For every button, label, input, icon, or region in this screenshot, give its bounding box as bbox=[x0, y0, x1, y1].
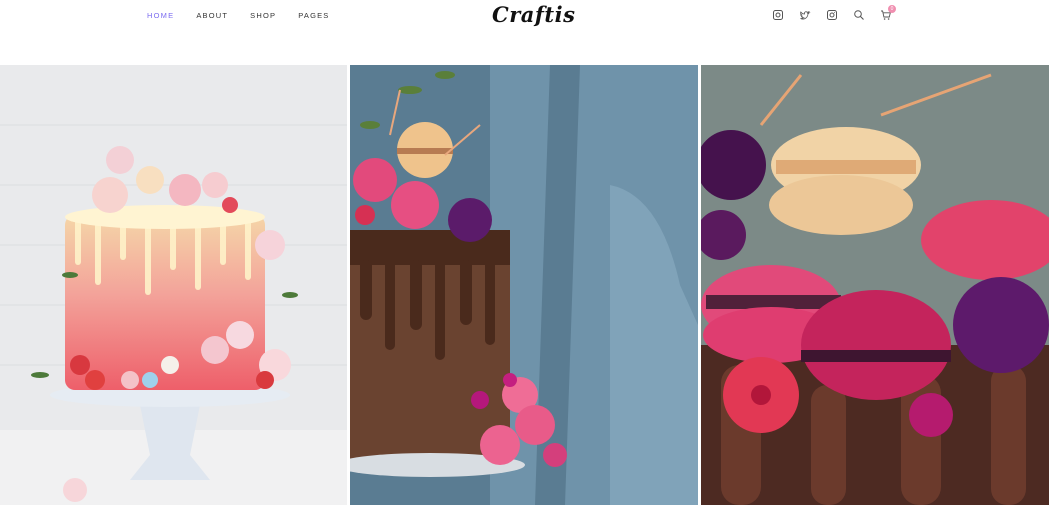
gallery-image-chocolate-cake[interactable] bbox=[350, 65, 698, 505]
header-icons: 0 bbox=[771, 5, 906, 22]
cart-count-badge: 0 bbox=[888, 5, 896, 13]
instagram-icon[interactable] bbox=[771, 8, 785, 22]
cake-photo-1 bbox=[0, 65, 347, 505]
nav-item-pages[interactable]: PAGES bbox=[298, 11, 329, 21]
cart-icon[interactable]: 0 bbox=[879, 5, 896, 22]
search-icon[interactable] bbox=[852, 8, 866, 22]
hero-gallery bbox=[0, 65, 1049, 505]
main-nav: HOME ABOUT SHOP PAGES bbox=[147, 11, 352, 21]
site-logo[interactable]: Craftis bbox=[492, 2, 575, 27]
cake-photo-3 bbox=[701, 65, 1049, 505]
nav-item-shop[interactable]: SHOP bbox=[250, 11, 276, 21]
twitter-icon[interactable] bbox=[798, 8, 812, 22]
instagram-icon[interactable] bbox=[825, 8, 839, 22]
site-header: HOME ABOUT SHOP PAGES Craftis 0 bbox=[0, 0, 1049, 64]
gallery-image-macaron-closeup[interactable] bbox=[701, 65, 1049, 505]
gallery-image-drip-cake[interactable] bbox=[0, 65, 347, 505]
cake-photo-2 bbox=[350, 65, 698, 505]
nav-item-about[interactable]: ABOUT bbox=[196, 11, 228, 21]
nav-item-home[interactable]: HOME bbox=[147, 11, 174, 21]
